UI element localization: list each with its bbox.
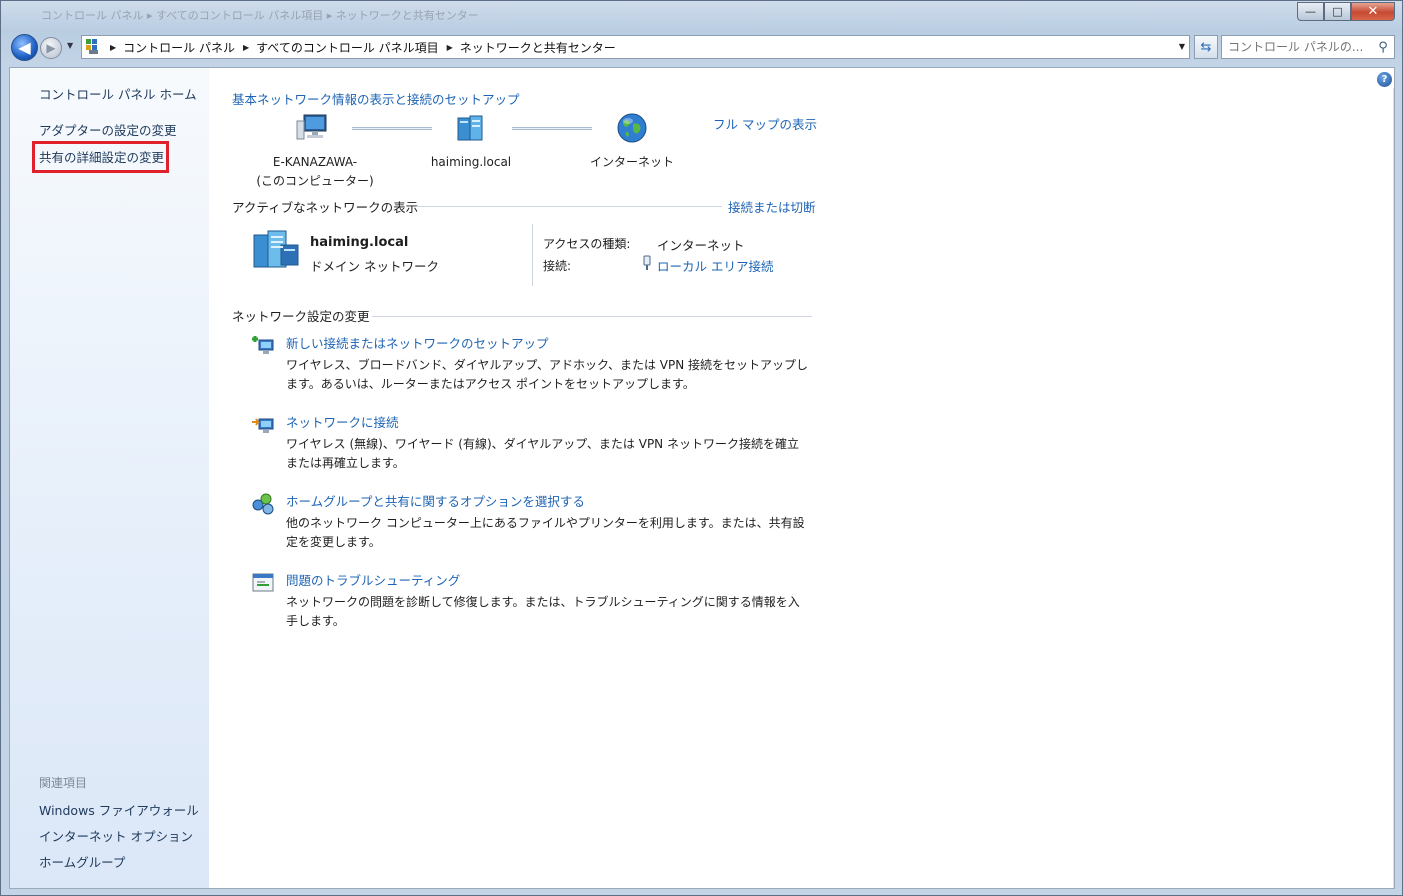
back-button[interactable]: ◀ <box>11 34 38 61</box>
task-description-line: ワイヤレス (無線)、ワイヤード (有線)、ダイヤルアップ、または VPN ネッ… <box>286 437 799 451</box>
map-node-computer-subtitle: (このコンピューター) <box>256 174 374 188</box>
maximize-button[interactable]: □ <box>1324 2 1351 21</box>
refresh-icon: ⇆ <box>1200 39 1212 55</box>
breadcrumb-separator-icon[interactable]: ▶ <box>110 43 116 52</box>
connect-network-icon <box>251 413 275 437</box>
domain-network-icon <box>250 229 302 271</box>
breadcrumb-network-center[interactable]: ネットワークと共有センター <box>460 39 616 56</box>
control-panel-icon <box>86 39 102 55</box>
window-title: コントロール パネル ▸ すべてのコントロール パネル項目 ▸ ネットワークと共… <box>41 9 479 21</box>
task-description-line: または再確立します。 <box>286 456 405 470</box>
navigation-bar: ◀ ▶ ▼ ▶ コントロール パネル ▶ すべてのコントロール パネル項目 ▶ … <box>9 32 1395 62</box>
highlight-annotation <box>32 141 169 173</box>
refresh-button[interactable]: ⇆ <box>1194 35 1218 59</box>
search-box[interactable]: ⚲ <box>1221 35 1395 59</box>
breadcrumb-separator-icon[interactable]: ▶ <box>243 43 249 52</box>
section-divider <box>372 316 812 317</box>
change-settings-heading: ネットワーク設定の変更 <box>232 309 370 324</box>
new-connection-link[interactable]: 新しい接続またはネットワークのセットアップ <box>286 333 549 352</box>
map-connector-line <box>352 127 432 130</box>
local-area-connection-link[interactable]: ローカル エリア接続 <box>657 256 773 275</box>
internet-globe-icon <box>615 112 649 144</box>
breadcrumb-control-panel[interactable]: コントロール パネル <box>123 39 235 56</box>
task-description-line: ます。あるいは、ルーターまたはアクセス ポイントをセットアップします。 <box>286 377 695 391</box>
new-connection-icon <box>251 334 275 358</box>
explorer-window: コントロール パネル ▸ すべてのコントロール パネル項目 ▸ ネットワークと共… <box>0 0 1403 896</box>
minimize-button[interactable]: — <box>1297 2 1324 21</box>
task-description-line: ネットワークの問題を診断して修復します。または、トラブルシューティングに関する情… <box>286 595 800 609</box>
full-map-link[interactable]: フル マップの表示 <box>713 114 817 133</box>
network-name: haiming.local <box>310 235 409 250</box>
breadcrumb-all-items[interactable]: すべてのコントロール パネル項目 <box>256 39 439 56</box>
troubleshoot-description: ネットワークの問題を診断して修復します。または、トラブルシューティングに関する情… <box>286 593 816 631</box>
help-icon[interactable]: ? <box>1377 72 1392 87</box>
troubleshoot-icon <box>251 571 275 595</box>
forward-button[interactable]: ▶ <box>40 37 62 59</box>
connect-network-link[interactable]: ネットワークに接続 <box>286 412 399 431</box>
task-description-line: 他のネットワーク コンピューター上にあるファイルやプリンターを利用します。または… <box>286 516 805 530</box>
caption-buttons: — □ ✕ <box>1297 2 1395 21</box>
access-type-value: インターネット <box>657 238 745 253</box>
network-info-divider <box>532 224 533 286</box>
task-description-line: ワイヤレス、ブロードバンド、ダイヤルアップ、アドホック、または VPN 接続をセ… <box>286 358 809 372</box>
search-icon[interactable]: ⚲ <box>1372 40 1394 55</box>
map-node-domain: haiming.local <box>430 155 512 169</box>
recent-pages-dropdown-icon[interactable]: ▼ <box>67 41 73 50</box>
close-button[interactable]: ✕ <box>1351 2 1395 21</box>
connection-label: 接続: <box>543 259 572 273</box>
scroll-edge <box>1393 88 1394 888</box>
sidebar-control-panel-home[interactable]: コントロール パネル ホーム <box>39 84 197 103</box>
new-connection-description: ワイヤレス、ブロードバンド、ダイヤルアップ、アドホック、または VPN 接続をセ… <box>286 356 816 394</box>
troubleshoot-link[interactable]: 問題のトラブルシューティング <box>286 570 460 589</box>
access-type-label: アクセスの種類: <box>543 237 631 251</box>
computer-icon <box>295 112 329 144</box>
map-node-computer-name: E-KANAZAWA- <box>272 155 358 169</box>
address-bar[interactable]: ▶ コントロール パネル ▶ すべてのコントロール パネル項目 ▶ ネットワーク… <box>81 35 1190 59</box>
network-type: ドメイン ネットワーク <box>310 259 439 274</box>
sidebar-adapter-settings[interactable]: アダプターの設定の変更 <box>39 120 177 139</box>
homegroup-icon <box>251 492 275 516</box>
map-node-computer: E-KANAZAWA- (このコンピューター) <box>225 153 405 191</box>
main-panel: ? 基本ネットワーク情報の表示と接続のセットアップ フル マップの表示 E-KA… <box>209 68 1394 888</box>
homegroup-description: 他のネットワーク コンピューター上にあるファイルやプリンターを利用します。または… <box>286 514 816 552</box>
section-divider <box>416 206 722 207</box>
domain-server-icon <box>454 112 488 144</box>
map-node-internet: インターネット <box>589 155 674 169</box>
active-networks-heading: アクティブなネットワークの表示 <box>232 200 419 215</box>
page-heading: 基本ネットワーク情報の表示と接続のセットアップ <box>232 92 520 107</box>
related-heading: 関連項目 <box>39 776 88 790</box>
breadcrumb-separator-icon[interactable]: ▶ <box>447 43 453 52</box>
ethernet-plug-icon <box>641 255 653 271</box>
sidebar: コントロール パネル ホーム アダプターの設定の変更 共有の詳細設定の変更 関連… <box>10 68 209 888</box>
content-area: コントロール パネル ホーム アダプターの設定の変更 共有の詳細設定の変更 関連… <box>9 67 1395 889</box>
connect-disconnect-link[interactable]: 接続または切断 <box>728 197 816 216</box>
sidebar-internet-options[interactable]: インターネット オプション <box>39 826 193 845</box>
task-description-line: 手します。 <box>286 614 345 628</box>
sidebar-homegroup[interactable]: ホームグループ <box>39 852 125 871</box>
map-connector-line <box>512 127 592 130</box>
address-dropdown-icon[interactable]: ▼ <box>1179 42 1185 51</box>
search-input[interactable] <box>1222 40 1372 54</box>
homegroup-options-link[interactable]: ホームグループと共有に関するオプションを選択する <box>286 491 585 510</box>
connect-network-description: ワイヤレス (無線)、ワイヤード (有線)、ダイヤルアップ、または VPN ネッ… <box>286 435 816 473</box>
task-description-line: 定を変更します。 <box>286 535 381 549</box>
sidebar-windows-firewall[interactable]: Windows ファイアウォール <box>39 800 199 819</box>
